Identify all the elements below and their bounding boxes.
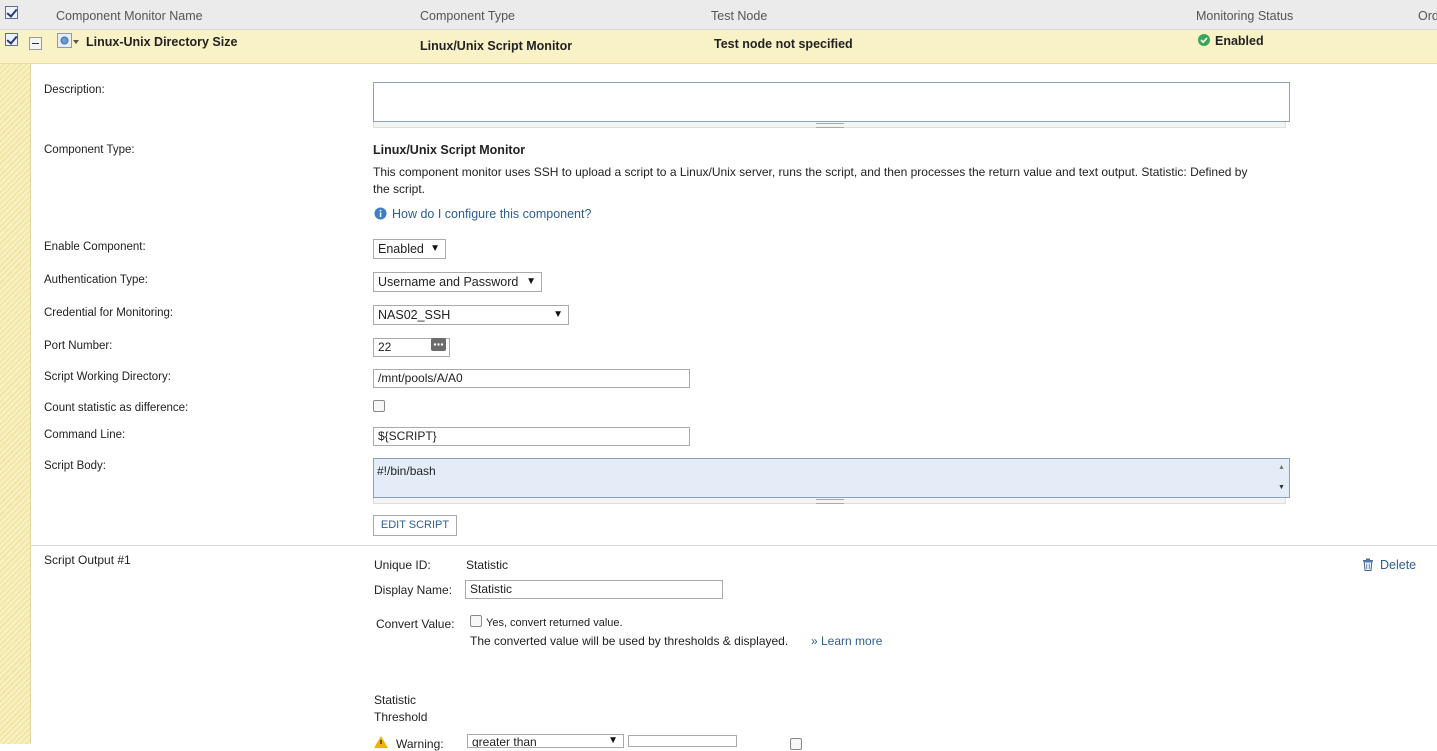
col-header-status[interactable]: Monitoring Status [1196, 9, 1293, 23]
scroll-up-icon[interactable]: ▲ [1278, 464, 1285, 471]
component-type-description-1: This component monitor uses SSH to uploa… [373, 165, 1248, 179]
chevron-down-icon: ▼ [553, 309, 563, 320]
credential-value: NAS02_SSH [378, 308, 451, 322]
working-dir-label: Script Working Directory: [44, 371, 171, 383]
component-type-value: Linux/Unix Script Monitor [373, 143, 526, 157]
display-name-label: Display Name: [374, 583, 453, 597]
credential-select[interactable]: NAS02_SSH ▼ [373, 305, 569, 325]
warning-checkbox[interactable] [790, 738, 802, 750]
col-header-order[interactable]: Ord [1418, 9, 1437, 23]
script-body-label: Script Body: [44, 460, 106, 472]
count-diff-label: Count statistic as difference: [44, 402, 189, 414]
working-dir-input[interactable]: /mnt/pools/A/A0 [373, 369, 690, 388]
port-picker-icon[interactable] [431, 338, 446, 351]
row-name[interactable]: Linux-Unix Directory Size [86, 35, 237, 49]
convert-option-text: Yes, convert returned value. [486, 617, 623, 629]
description-resize-grip[interactable] [373, 122, 1286, 128]
trash-icon[interactable] [1362, 558, 1374, 571]
warning-label: Warning: [396, 737, 444, 751]
row-type: Linux/Unix Script Monitor [420, 39, 573, 53]
unique-id-label: Unique ID: [374, 558, 431, 572]
script-output-title: Script Output #1 [44, 553, 131, 567]
auth-type-value: Username and Password [378, 275, 519, 289]
warning-operator-select[interactable]: greater than ▼ [467, 734, 624, 748]
select-all-checkbox[interactable] [5, 6, 18, 19]
info-icon [374, 207, 387, 220]
script-body-textarea[interactable]: #!/bin/bash ▲ ▼ [373, 458, 1290, 498]
enable-component-value: Enabled [378, 242, 424, 256]
detail-indent-stripe [0, 64, 31, 744]
convert-value-checkbox[interactable] [470, 615, 482, 627]
threshold-heading-2: Threshold [374, 710, 428, 724]
unique-id-value: Statistic [466, 558, 509, 572]
display-name-input[interactable]: Statistic [465, 580, 723, 599]
description-textarea[interactable] [373, 82, 1290, 122]
warning-value-input[interactable] [628, 735, 737, 747]
collapse-toggle[interactable] [29, 37, 42, 50]
script-body-text: #!/bin/bash [377, 464, 436, 478]
enable-component-select[interactable]: Enabled ▼ [373, 239, 446, 259]
learn-more-link[interactable]: » Learn more [811, 634, 882, 648]
component-row[interactable]: Linux-Unix Directory Size Linux/Unix Scr… [0, 30, 1437, 64]
enable-component-label: Enable Component: [44, 241, 146, 253]
enabled-check-icon [1198, 34, 1210, 46]
section-divider [31, 545, 1437, 546]
auth-type-select[interactable]: Username and Password ▼ [373, 272, 542, 292]
component-menu-icon[interactable] [57, 33, 81, 49]
row-test-node: Test node not specified [714, 37, 853, 51]
script-body-scrollbar[interactable]: ▲ ▼ [1274, 459, 1289, 497]
chevron-down-icon: ▼ [430, 243, 440, 254]
command-line-input[interactable]: ${SCRIPT} [373, 427, 690, 446]
count-diff-checkbox[interactable] [373, 400, 385, 412]
chevron-down-icon: ▼ [608, 735, 618, 746]
component-type-label: Component Type: [44, 144, 135, 156]
script-body-resize-grip[interactable] [373, 498, 1286, 504]
edit-script-button[interactable]: EDIT SCRIPT [373, 515, 457, 536]
description-label: Description: [44, 84, 105, 96]
row-checkbox[interactable] [5, 33, 18, 46]
auth-type-label: Authentication Type: [44, 274, 148, 286]
warning-icon [374, 736, 388, 748]
col-header-test-node[interactable]: Test Node [711, 9, 767, 23]
warning-operator-value: greater than [472, 735, 537, 748]
command-line-label: Command Line: [44, 429, 126, 441]
chevron-down-icon: ▼ [526, 276, 536, 287]
threshold-heading-1: Statistic [374, 693, 417, 707]
port-label: Port Number: [44, 340, 113, 352]
delete-output-link[interactable]: Delete [1380, 558, 1416, 572]
help-configure-link[interactable]: How do I configure this component? [392, 207, 591, 221]
col-header-type[interactable]: Component Type [420, 9, 515, 23]
col-header-name[interactable]: Component Monitor Name [56, 9, 203, 23]
row-status: Enabled [1215, 34, 1264, 48]
grid-header: Component Monitor Name Component Type Te… [0, 0, 1437, 30]
scroll-down-icon[interactable]: ▼ [1278, 484, 1285, 491]
convert-value-label: Convert Value: [376, 617, 455, 631]
credential-label: Credential for Monitoring: [44, 307, 174, 319]
convert-note-text: The converted value will be used by thre… [470, 634, 789, 648]
component-type-description-2: the script. [373, 182, 426, 196]
